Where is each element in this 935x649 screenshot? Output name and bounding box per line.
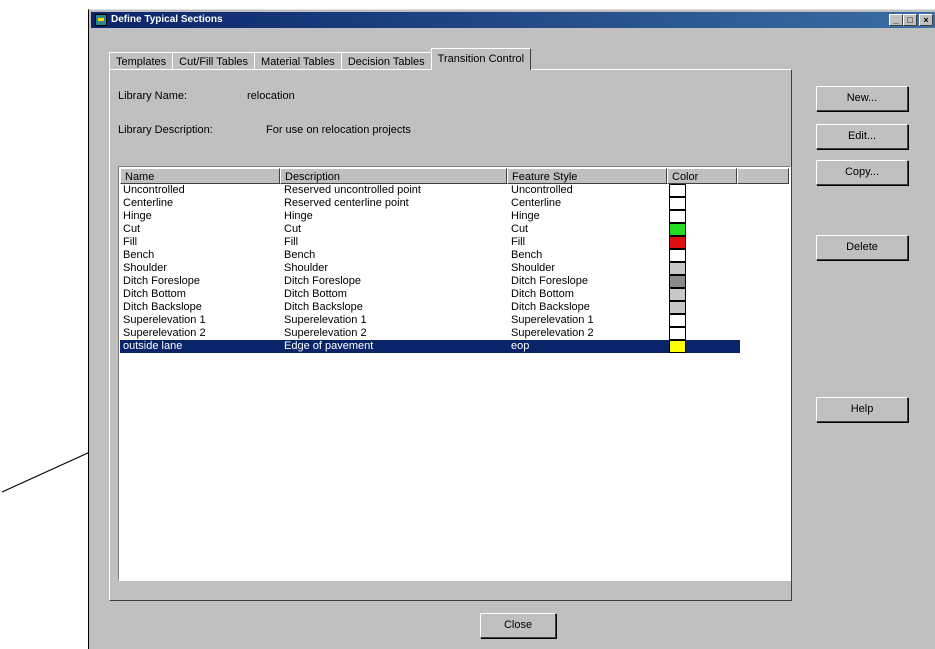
row-description: Shoulder — [284, 262, 329, 274]
list-row[interactable]: Ditch Backslope Ditch Backslope Ditch Back… — [120, 301, 789, 314]
color-swatch — [669, 249, 686, 262]
row-name: Bench — [123, 249, 155, 261]
list-row[interactable]: Ditch Foreslope Ditch Foreslope Ditch Fore… — [120, 275, 789, 288]
list-row[interactable]: Cut Cut Cut — [120, 223, 789, 236]
title-bar[interactable]: Define Typical Sections _ □ × — [91, 12, 935, 28]
row-name: Ditch Backslope — [123, 301, 202, 313]
row-feature-style: Shoulder — [511, 262, 556, 274]
column-header-name[interactable]: Name — [120, 168, 280, 184]
color-swatch — [669, 340, 686, 353]
color-swatch — [669, 184, 686, 197]
tab-material-tables[interactable]: Material Tables — [254, 52, 342, 70]
row-name: Hinge — [123, 210, 152, 222]
copy-button[interactable]: Copy... — [816, 160, 908, 185]
row-feature-style: Ditch Backslope — [511, 301, 590, 313]
row-feature-style: Hinge — [511, 210, 540, 222]
row-description: Bench — [284, 249, 316, 261]
row-feature-style: eop — [511, 340, 530, 352]
list-row[interactable]: Hinge Hinge Hinge — [120, 210, 789, 223]
row-feature-style: Ditch Foreslope — [511, 275, 589, 287]
row-name: Superelevation 1 — [123, 314, 206, 326]
row-name: outside lane — [123, 340, 183, 352]
app-icon — [95, 14, 107, 26]
row-description: Hinge — [284, 210, 313, 222]
row-name: Uncontrolled — [123, 184, 185, 196]
library-description-label: Library Description: — [118, 124, 213, 136]
row-description: Ditch Backslope — [284, 301, 363, 313]
row-description: Edge of pavement — [284, 340, 374, 352]
library-description-value: For use on relocation projects — [266, 124, 411, 136]
list-row[interactable]: Centerline Reserved centerline point Cente… — [120, 197, 789, 210]
row-feature-style: Superelevation 2 — [511, 327, 594, 339]
list-row[interactable]: Superelevation 1 Superelevation 1 Superele… — [120, 314, 789, 327]
row-name: Shoulder — [123, 262, 168, 274]
maximize-button[interactable]: □ — [903, 14, 917, 26]
row-name: Ditch Bottom — [123, 288, 186, 300]
list-header: Name Description Feature Style Color — [120, 168, 789, 184]
feature-list[interactable]: Name Description Feature Style Color Unc… — [118, 166, 791, 581]
color-swatch — [669, 288, 686, 301]
row-feature-style: Ditch Bottom — [511, 288, 574, 300]
column-header-color[interactable]: Color — [667, 168, 737, 184]
color-swatch — [669, 210, 686, 223]
list-row[interactable]: outside lane Edge of pavement eop — [120, 340, 740, 353]
color-swatch — [669, 314, 686, 327]
row-description: Reserved centerline point — [284, 197, 409, 209]
list-row[interactable]: Shoulder Shoulder Shoulder — [120, 262, 789, 275]
row-description: Reserved uncontrolled point — [284, 184, 421, 196]
row-name: Superelevation 2 — [123, 327, 206, 339]
color-swatch — [669, 262, 686, 275]
close-button[interactable]: Close — [480, 613, 556, 638]
column-header-description[interactable]: Description — [280, 168, 507, 184]
minimize-button[interactable]: _ — [889, 14, 903, 26]
list-row[interactable]: Fill Fill Fill — [120, 236, 789, 249]
close-window-button[interactable]: × — [919, 14, 933, 26]
tab-strip: Templates Cut/Fill Tables Material Table… — [109, 48, 532, 70]
row-feature-style: Uncontrolled — [511, 184, 573, 196]
list-rows: Uncontrolled Reserved uncontrolled point U… — [120, 184, 789, 353]
delete-button[interactable]: Delete — [816, 235, 908, 260]
row-feature-style: Centerline — [511, 197, 562, 209]
row-name: Fill — [123, 236, 138, 248]
tab-templates[interactable]: Templates — [109, 52, 174, 70]
row-feature-style: Cut — [511, 223, 529, 235]
row-feature-style: Bench — [511, 249, 543, 261]
list-row[interactable]: Uncontrolled Reserved uncontrolled point U… — [120, 184, 789, 197]
row-description: Ditch Bottom — [284, 288, 347, 300]
column-header-feature-style[interactable]: Feature Style — [507, 168, 667, 184]
list-row[interactable]: Superelevation 2 Superelevation 2 Superele… — [120, 327, 789, 340]
row-description: Superelevation 2 — [284, 327, 367, 339]
edit-button[interactable]: Edit... — [816, 124, 908, 149]
column-header-blank — [737, 168, 789, 184]
list-row[interactable]: Bench Bench Bench — [120, 249, 789, 262]
row-description: Cut — [284, 223, 302, 235]
new-button[interactable]: New... — [816, 86, 908, 111]
library-name-label: Library Name: — [118, 90, 188, 102]
color-swatch — [669, 236, 686, 249]
help-button[interactable]: Help — [816, 397, 908, 422]
row-feature-style: Fill — [511, 236, 526, 248]
list-row[interactable]: Ditch Bottom Ditch Bottom Ditch Bottom — [120, 288, 789, 301]
color-swatch — [669, 223, 686, 236]
row-name: Centerline — [123, 197, 174, 209]
color-swatch — [669, 197, 686, 210]
color-swatch — [669, 275, 686, 288]
row-description: Superelevation 1 — [284, 314, 367, 326]
tab-decision-tables[interactable]: Decision Tables — [340, 52, 432, 70]
tab-cut-fill-tables[interactable]: Cut/Fill Tables — [172, 52, 256, 70]
row-feature-style: Superelevation 1 — [511, 314, 594, 326]
color-swatch — [669, 327, 686, 340]
color-swatch — [669, 301, 686, 314]
row-name: Ditch Foreslope — [123, 275, 201, 287]
window-title: Define Typical Sections — [111, 14, 223, 25]
row-name: Cut — [123, 223, 141, 235]
tab-transition-control[interactable]: Transition Control — [430, 48, 532, 70]
library-name-value: relocation — [247, 90, 295, 102]
row-description: Fill — [284, 236, 299, 248]
row-description: Ditch Foreslope — [284, 275, 362, 287]
